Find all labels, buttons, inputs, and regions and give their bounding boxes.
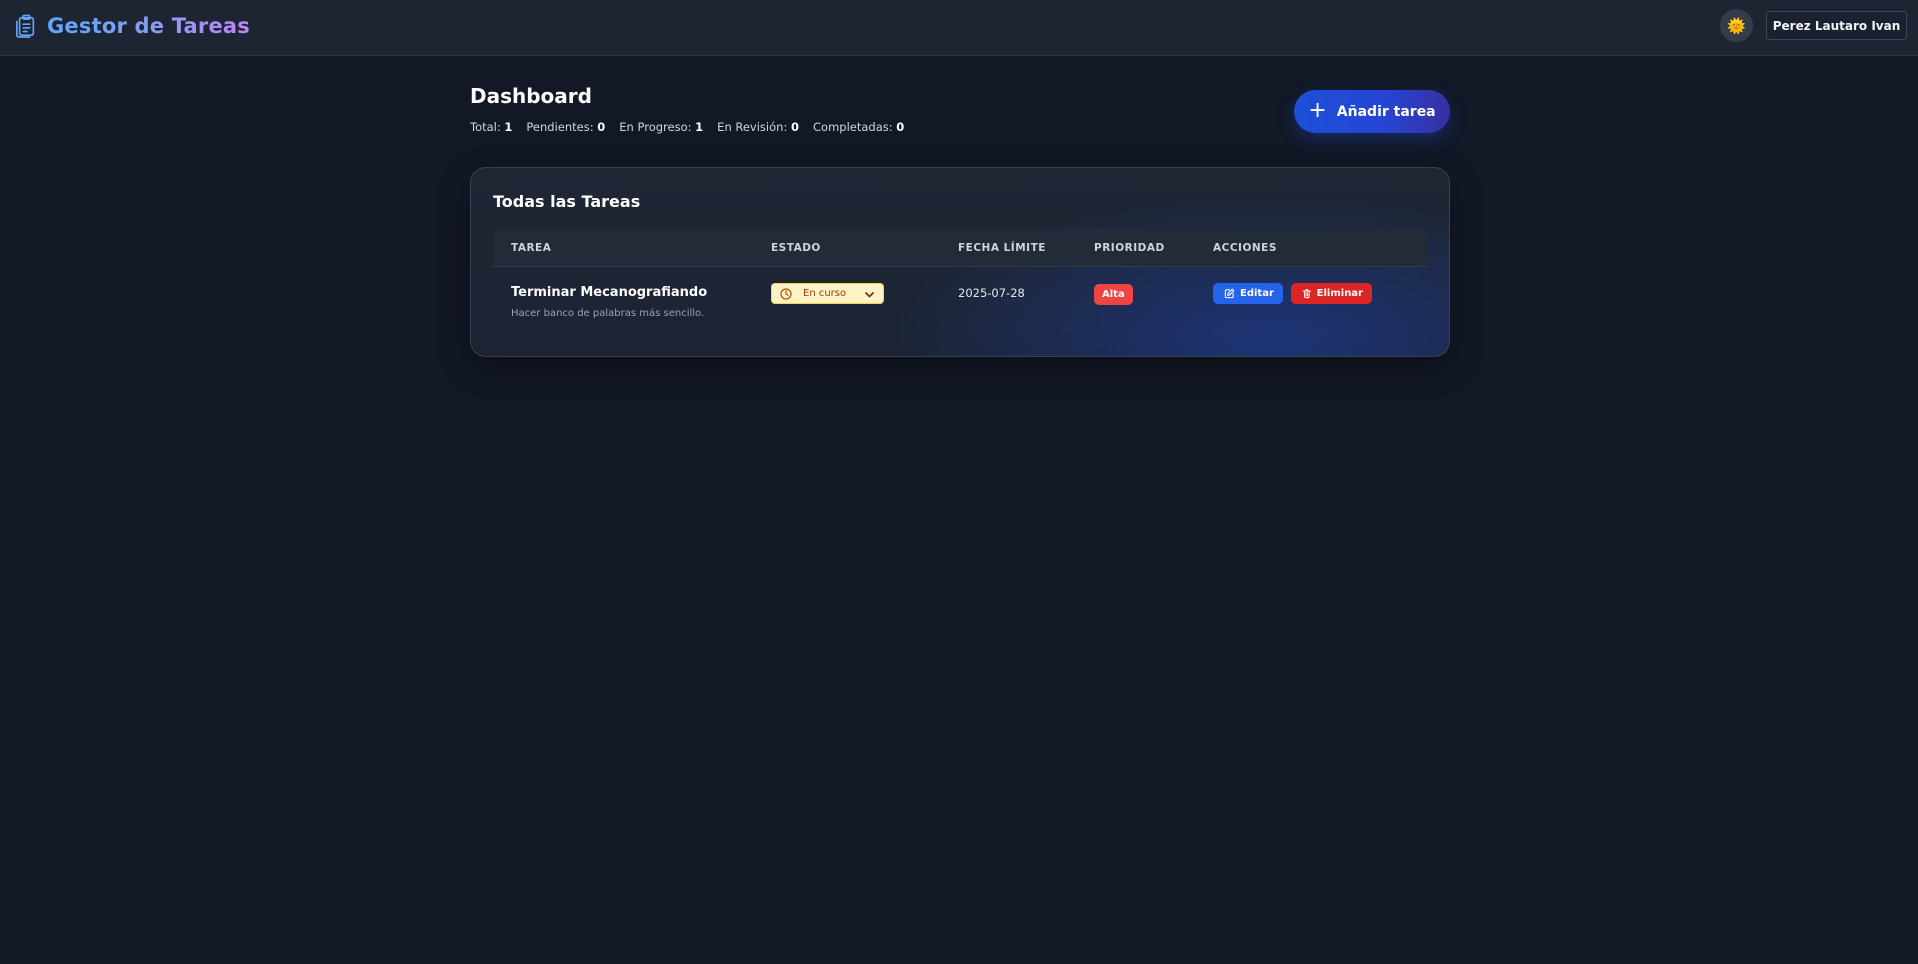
page-title: Dashboard <box>470 84 592 108</box>
column-header-actions: ACCIONES <box>1213 242 1277 254</box>
stat-completed: Completadas: 0 <box>813 120 905 134</box>
tasks-table: TAREA ESTADO FECHA LÍMITE PRIORIDAD ACCI… <box>493 229 1428 337</box>
task-description: Hacer banco de palabras más sencillo. <box>511 308 705 319</box>
tasks-card: Todas las Tareas TAREA ESTADO FECHA LÍMI… <box>470 167 1450 357</box>
column-header-due-date: FECHA LÍMITE <box>958 242 1046 254</box>
table-header: TAREA ESTADO FECHA LÍMITE PRIORIDAD ACCI… <box>493 229 1428 267</box>
edit-label: Editar <box>1240 288 1274 299</box>
column-header-status: ESTADO <box>771 242 821 254</box>
stat-pending: Pendientes: 0 <box>526 120 606 134</box>
card-title: Todas las Tareas <box>493 192 641 211</box>
sun-icon: 🌞 <box>1727 16 1746 35</box>
task-stats: Total: 1 Pendientes: 0 En Progreso: 1 En… <box>470 120 904 134</box>
clock-icon <box>780 288 792 300</box>
due-date: 2025-07-28 <box>958 286 1025 300</box>
delete-button[interactable]: Eliminar <box>1291 283 1372 304</box>
status-value: En curso <box>803 288 847 299</box>
add-task-label: Añadir tarea <box>1336 103 1436 120</box>
column-header-task: TAREA <box>511 242 552 254</box>
status-select[interactable]: En curso <box>771 283 884 304</box>
top-bar: Gestor de Tareas 🌞 Perez Lautaro Ivan <box>0 0 1918 56</box>
task-title: Terminar Mecanografiando <box>511 285 708 300</box>
edit-icon <box>1224 288 1235 299</box>
brand[interactable]: Gestor de Tareas <box>15 11 250 41</box>
table-row: Terminar Mecanografiando Hacer banco de … <box>493 267 1428 337</box>
trash-icon <box>1302 289 1311 299</box>
stat-in-review: En Revisión: 0 <box>717 120 799 134</box>
column-header-priority: PRIORIDAD <box>1094 242 1165 254</box>
delete-label: Eliminar <box>1316 288 1363 299</box>
add-task-button[interactable]: + Añadir tarea <box>1294 90 1450 133</box>
edit-button[interactable]: Editar <box>1213 283 1283 304</box>
theme-toggle-button[interactable]: 🌞 <box>1720 9 1753 42</box>
app-title: Gestor de Tareas <box>47 14 250 38</box>
user-menu-button[interactable]: Perez Lautaro Ivan <box>1766 11 1907 40</box>
priority-badge: Alta <box>1094 284 1133 305</box>
clipboard-icon <box>15 14 37 38</box>
chevron-down-icon <box>865 292 874 298</box>
stat-in-progress: En Progreso: 1 <box>619 120 704 134</box>
plus-icon: + <box>1308 97 1327 123</box>
stat-total: Total: 1 <box>470 120 513 134</box>
